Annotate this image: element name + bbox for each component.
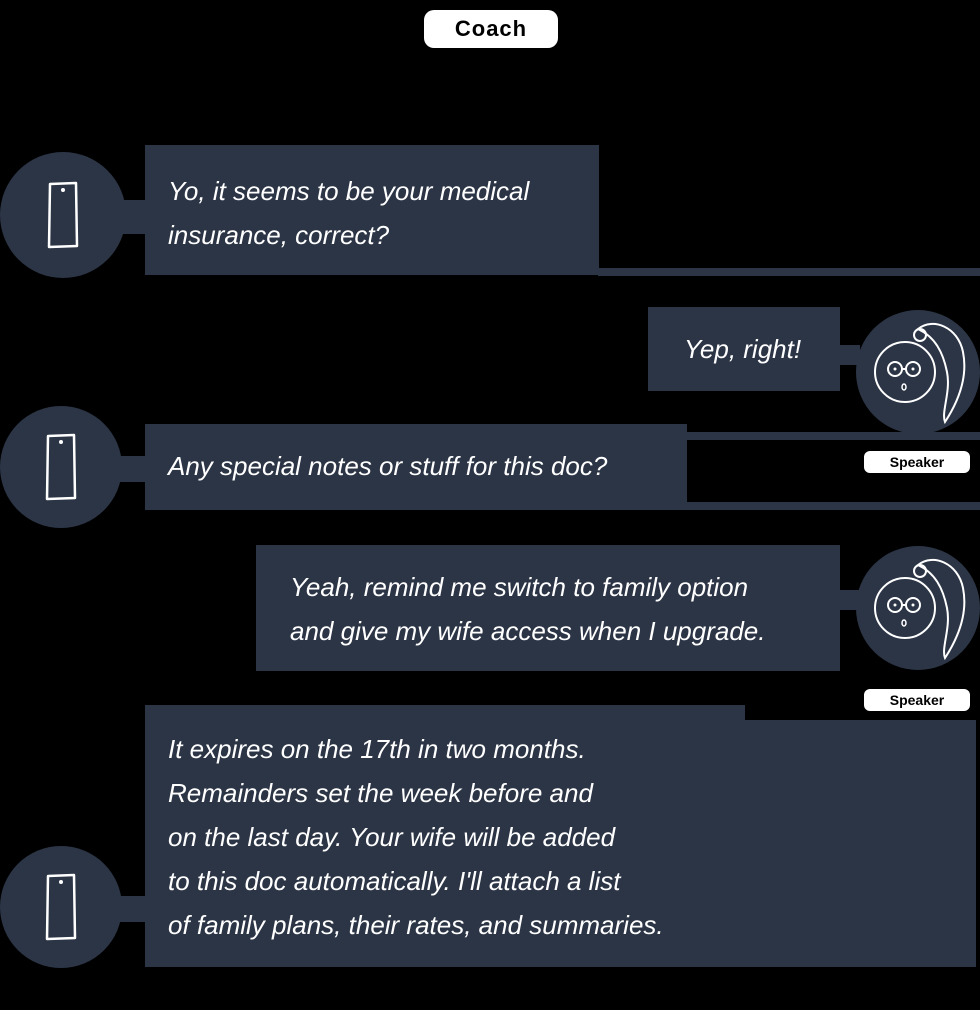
user-name-text: Speaker xyxy=(889,454,945,470)
message-text: Any special notes or stuff for this doc? xyxy=(168,451,608,481)
message-bubble: Any special notes or stuff for this doc? xyxy=(145,424,687,510)
assistant-avatar xyxy=(0,152,126,278)
message-text: Yeah, remind me switch to family option … xyxy=(290,572,766,646)
user-avatar xyxy=(856,310,980,434)
message-bubble: It expires on the 17th in two months. Re… xyxy=(145,705,745,967)
phone-icon xyxy=(43,180,83,250)
message-bubble: Yo, it seems to be your medical insuranc… xyxy=(145,145,599,275)
bubble-underline xyxy=(686,502,980,510)
message-text: Yep, right! xyxy=(684,334,802,364)
message-bubble: Yep, right! xyxy=(648,307,840,391)
bubble-underline xyxy=(598,268,980,276)
phone-icon xyxy=(41,872,81,942)
message-bubble: Yeah, remind me switch to family option … xyxy=(256,545,840,671)
bubble-extension xyxy=(744,720,976,967)
assistant-avatar xyxy=(0,846,122,968)
page-title-text: Coach xyxy=(454,16,528,41)
user-name-text: Speaker xyxy=(889,692,945,708)
message-text: It expires on the 17th in two months. Re… xyxy=(168,734,664,940)
bubble-underline xyxy=(686,432,980,440)
assistant-avatar xyxy=(0,406,122,528)
girl-face-icon xyxy=(863,553,973,663)
message-text: Yo, it seems to be your medical insuranc… xyxy=(168,176,530,250)
page-title: Coach xyxy=(424,10,558,48)
phone-icon xyxy=(41,432,81,502)
user-avatar xyxy=(856,546,980,670)
user-name-label: Speaker xyxy=(864,689,970,711)
girl-face-icon xyxy=(863,317,973,427)
user-name-label: Speaker xyxy=(864,451,970,473)
